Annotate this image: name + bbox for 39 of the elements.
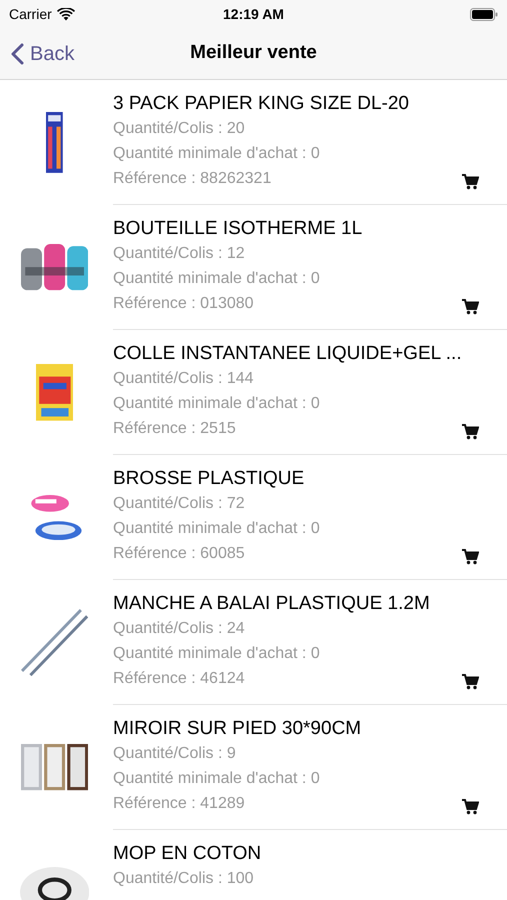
reference-text: Référence : 013080 [113, 294, 255, 314]
cart-icon[interactable] [462, 799, 479, 815]
status-time: 12:19 AM [223, 4, 284, 24]
product-name: BOUTEILLE ISOTHERME 1L [113, 217, 364, 241]
product-name: BROSSE PLASTIQUE [113, 467, 306, 491]
cart-icon[interactable] [462, 424, 479, 440]
product-name: MOP EN COTON [113, 842, 262, 866]
cart-icon[interactable] [462, 674, 479, 690]
quantity-text: Quantité/Colis : 24 [113, 619, 246, 639]
cart-icon[interactable] [462, 549, 479, 565]
product-name: MIROIR SUR PIED 30*90CM [113, 717, 362, 741]
reference-text: Référence : 88262321 [113, 169, 272, 189]
quantity-text: Quantité/Colis : 9 [113, 744, 237, 764]
quantity-text: Quantité/Colis : 12 [113, 244, 246, 264]
page-title: Meilleur vente [190, 41, 317, 66]
reference-text: Référence : 60085 [113, 544, 246, 564]
minimum-text: Quantité minimale d'achat : 0 [113, 144, 321, 164]
reference-text: Référence : 41289 [113, 794, 246, 814]
cart-icon[interactable] [462, 174, 479, 190]
quantity-text: Quantité/Colis : 72 [113, 494, 246, 514]
quantity-text: Quantité/Colis : 20 [113, 119, 246, 139]
cart-icon[interactable] [462, 299, 479, 315]
reference-text: Référence : 2515 [113, 419, 237, 439]
minimum-text: Quantité minimale d'achat : 0 [113, 394, 321, 414]
product-name: MANCHE A BALAI PLASTIQUE 1.2M [113, 592, 431, 616]
chevron-left-icon [11, 42, 24, 64]
wifi-icon [56, 8, 75, 20]
minimum-text: Quantité minimale d'achat : 0 [113, 644, 321, 664]
product-name: COLLE INSTANTANEE LIQUIDE+GEL ... [113, 342, 462, 366]
minimum-text: Quantité minimale d'achat : 0 [113, 519, 321, 539]
quantity-text: Quantité/Colis : 144 [113, 369, 255, 389]
product-name: 3 PACK PAPIER KING SIZE DL-20 [113, 92, 410, 116]
reference-text: Référence : 46124 [113, 669, 246, 689]
battery-icon [470, 8, 498, 20]
minimum-text: Quantité minimale d'achat : 0 [113, 269, 321, 289]
carrier-label: Carrier [9, 4, 52, 24]
minimum-text: Quantité minimale d'achat : 0 [113, 769, 321, 789]
quantity-text: Quantité/Colis : 100 [113, 869, 255, 889]
back-button[interactable]: Back [0, 38, 74, 68]
